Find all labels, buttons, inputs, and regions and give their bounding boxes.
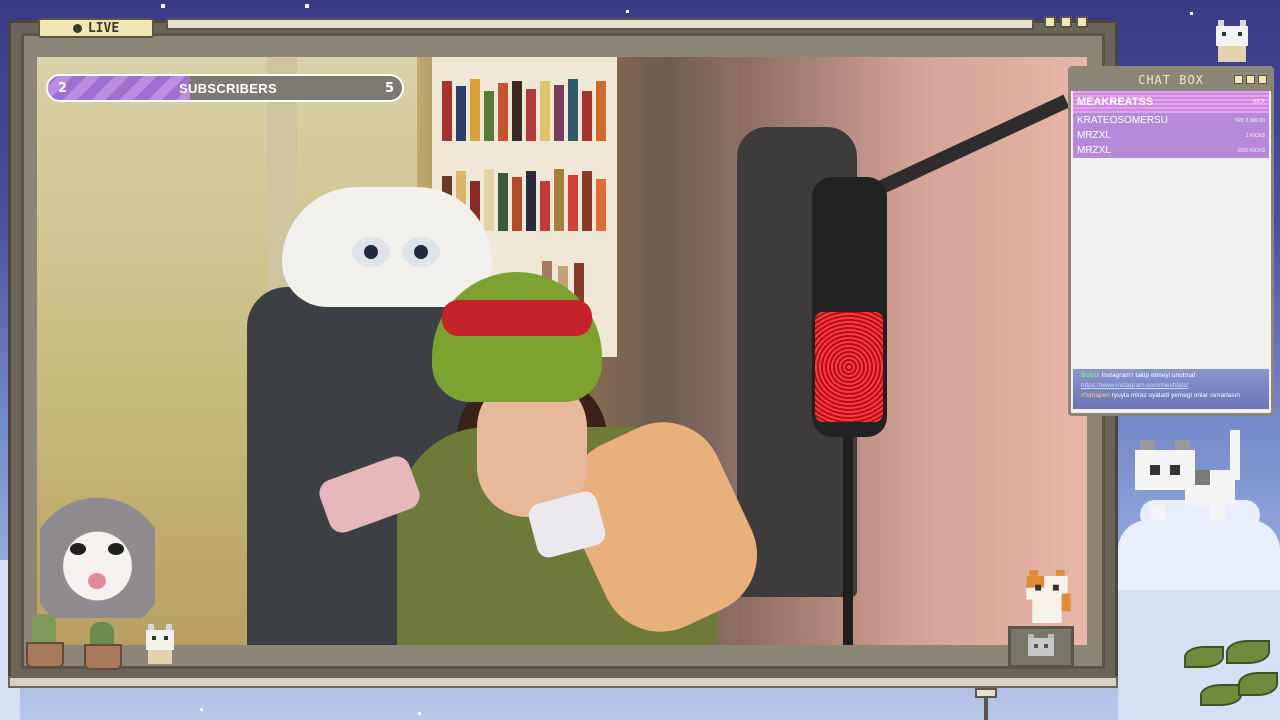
window-title-bar bbox=[166, 18, 1034, 30]
minimize-button[interactable] bbox=[1044, 16, 1056, 28]
plant-pot bbox=[84, 644, 122, 670]
maximize-button[interactable] bbox=[1060, 16, 1072, 28]
chat-text: ryuyla miraz oyaladi yemegi onlar ısmarl… bbox=[1111, 392, 1240, 399]
microphone-light bbox=[815, 312, 883, 422]
window-controls bbox=[1044, 16, 1088, 28]
book bbox=[512, 177, 522, 231]
live-indicator: LIVE bbox=[38, 18, 154, 38]
pixel-cat-icon bbox=[1028, 634, 1054, 656]
subscriber-goal-bar: 2 SUBSCRIBERS 5 bbox=[46, 74, 404, 102]
leaderboard-amount: 1000 KICKS bbox=[1237, 147, 1265, 154]
square-icon[interactable] bbox=[1246, 75, 1255, 84]
chat-message: r0smapen ryuyla miraz oyaladi yemegi onl… bbox=[1081, 391, 1261, 401]
chat-message: https://www.instagram.com/meshlala/ bbox=[1081, 381, 1261, 391]
chat-messages: Botrix Instagram'ı takip etmeyi unutma! … bbox=[1073, 369, 1269, 409]
close-button[interactable] bbox=[1076, 16, 1088, 28]
chat-link[interactable]: https://www.instagram.com/meshlala/ bbox=[1081, 382, 1188, 389]
plush-eye bbox=[352, 237, 390, 267]
window-handle bbox=[975, 688, 997, 698]
star-decoration bbox=[200, 708, 203, 711]
pixel-cat-icon bbox=[1135, 430, 1240, 520]
book bbox=[470, 79, 480, 141]
chat-username: r0smapen bbox=[1081, 392, 1110, 399]
square-icon[interactable] bbox=[1234, 75, 1243, 84]
plant-leaf bbox=[1200, 684, 1242, 706]
book bbox=[554, 85, 564, 141]
chat-message: Botrix Instagram'ı takip etmeyi unutma! bbox=[1081, 371, 1261, 381]
cactus-plant bbox=[32, 614, 56, 644]
leaderboard-name: MRZXL bbox=[1077, 130, 1111, 141]
kitten-eye bbox=[108, 543, 124, 555]
chat-username: Botrix bbox=[1081, 372, 1100, 379]
book bbox=[498, 83, 508, 141]
book bbox=[442, 81, 452, 141]
chat-box-title: CHAT BOX bbox=[1138, 73, 1204, 87]
book bbox=[596, 81, 606, 141]
mic-stand bbox=[843, 437, 853, 645]
book bbox=[540, 181, 550, 231]
star-decoration bbox=[1190, 12, 1193, 15]
webcam-feed bbox=[37, 57, 1087, 645]
leaderboard-name: KRATEOSOMERSU bbox=[1077, 115, 1168, 126]
pixel-cat-icon bbox=[1216, 20, 1248, 62]
book bbox=[582, 171, 592, 231]
window-bottom-rail bbox=[8, 676, 1118, 688]
chat-box-panel: CHAT BOX MEAKREATSS KICK KRATEOSOMERSU T… bbox=[1068, 66, 1274, 416]
shelf-row bbox=[442, 71, 607, 141]
dot-icon bbox=[72, 23, 82, 33]
leaderboard-name: MEAKREATSS bbox=[1077, 96, 1154, 108]
star-decoration bbox=[305, 4, 309, 8]
kitten-mouth bbox=[88, 573, 106, 589]
star-decoration bbox=[418, 712, 421, 715]
leaderboard-row: MRZXL 1000 KICKS bbox=[1073, 143, 1269, 158]
leaderboard-amount: 1 KICKS bbox=[1245, 132, 1265, 139]
chat-box-controls bbox=[1234, 75, 1267, 84]
leaderboard-row: MEAKREATSS KICK bbox=[1073, 91, 1269, 113]
plant-leaf bbox=[1238, 672, 1278, 696]
leaderboard-row: KRATEOSOMERSU TRY 2,000.00 bbox=[1073, 113, 1269, 128]
chat-box-header: CHAT BOX bbox=[1071, 69, 1271, 91]
book bbox=[512, 81, 522, 141]
square-icon[interactable] bbox=[1258, 75, 1267, 84]
book bbox=[484, 91, 494, 141]
kitten-eye bbox=[70, 543, 86, 555]
subscriber-progress-fill bbox=[48, 76, 190, 100]
leaderboard-amount: TRY 2,000.00 bbox=[1234, 117, 1265, 124]
star-decoration bbox=[626, 10, 629, 13]
live-label: LIVE bbox=[87, 20, 120, 36]
book bbox=[596, 179, 606, 231]
book bbox=[582, 91, 592, 141]
donation-leaderboard: MEAKREATSS KICK KRATEOSOMERSU TRY 2,000.… bbox=[1073, 91, 1269, 158]
chat-text: Instagram'ı takip etmeyi unutma! bbox=[1101, 372, 1196, 379]
book bbox=[540, 81, 550, 141]
hat-goggles bbox=[442, 300, 592, 336]
plant-pot bbox=[26, 642, 64, 668]
book bbox=[526, 171, 536, 231]
star-decoration bbox=[161, 4, 165, 8]
book bbox=[568, 79, 578, 141]
book bbox=[568, 175, 578, 231]
pixel-cat-icon bbox=[146, 624, 174, 664]
book bbox=[526, 89, 536, 141]
book bbox=[498, 173, 508, 231]
subscriber-goal: 5 bbox=[384, 81, 394, 96]
book bbox=[484, 169, 494, 231]
cloud-decoration bbox=[1118, 520, 1280, 590]
subscriber-current: 2 bbox=[58, 81, 68, 96]
leaderboard-row: MRZXL 1 KICKS bbox=[1073, 128, 1269, 143]
ghost-plush bbox=[282, 187, 492, 307]
subscriber-label: SUBSCRIBERS bbox=[179, 81, 277, 96]
book bbox=[554, 169, 564, 231]
window-handle-stem bbox=[984, 698, 988, 720]
leaderboard-amount: KICK bbox=[1253, 99, 1265, 105]
plush-eye bbox=[402, 237, 440, 267]
plant-leaf bbox=[1184, 646, 1224, 668]
pixel-cat-icon bbox=[1026, 570, 1071, 624]
book bbox=[456, 86, 466, 141]
plant-leaf bbox=[1226, 640, 1270, 664]
leaderboard-name: MRZXL bbox=[1077, 145, 1111, 156]
kitten-overlay bbox=[40, 488, 155, 618]
